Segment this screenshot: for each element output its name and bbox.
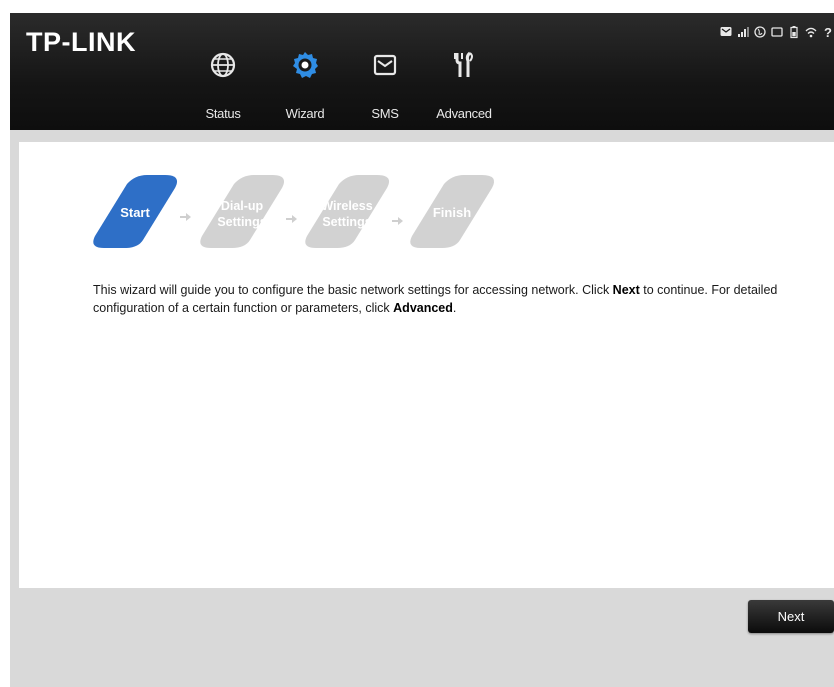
nav-advanced[interactable]: Advanced [431,49,497,125]
step-finish: Finish [410,175,495,248]
step-dialup-line1: Dial-up [221,199,264,213]
nav-status[interactable]: Status [190,49,256,125]
svg-text:?: ? [824,25,832,39]
nav-wizard-label: Wizard [285,106,325,121]
step-start: Start [93,175,178,248]
step-wireless-line2: Settings [322,215,371,229]
step-dialup-line2: Settings [217,215,266,229]
next-button[interactable]: Next [748,600,834,633]
arrow-right-icon [392,217,403,225]
step-start-label: Start [120,205,150,220]
arrow-right-icon [180,213,191,221]
wifi-icon [805,27,817,38]
wizard-steps: Start Dial-up Settings Wireless Settings… [93,175,495,248]
wizard-content-panel: Start Dial-up Settings Wireless Settings… [19,142,834,588]
message-icon[interactable] [720,25,732,39]
signal-icon [738,27,749,37]
step-finish-label: Finish [433,205,471,220]
help-icon[interactable]: ? [822,25,834,39]
top-header: TP-LINK Status Wizard SMS Advanced ? [10,13,834,130]
app-frame: TP-LINK Status Wizard SMS Advanced ? Sta… [10,13,834,687]
nav-wizard[interactable]: Wizard [272,49,338,125]
nav-sms-label: SMS [371,106,399,121]
nav-status-label: Status [205,106,241,121]
nav-advanced-label: Advanced [436,106,492,121]
sim-icon [771,27,783,37]
description-advanced-keyword: Advanced [393,301,453,315]
wizard-gear-icon [293,52,318,78]
nav-sms[interactable]: SMS [352,49,418,125]
step-dialup-settings: Dial-up Settings [200,175,285,248]
description-text-1: This wizard will guide you to configure … [93,283,613,297]
envelope-icon [373,54,397,76]
arrow-right-icon [286,215,297,223]
globe-icon [210,52,236,78]
internet-icon [754,26,766,38]
tools-icon [454,51,473,77]
step-wireless-settings: Wireless Settings [305,175,390,248]
wizard-description: This wizard will guide you to configure … [93,281,823,317]
status-icon-bar: ? [720,23,834,41]
description-text-3: . [452,301,457,315]
step-wireless-line1: Wireless [321,199,372,213]
description-next-keyword: Next [612,283,640,297]
battery-icon [790,26,798,39]
tp-link-logo: TP-LINK [26,27,136,57]
